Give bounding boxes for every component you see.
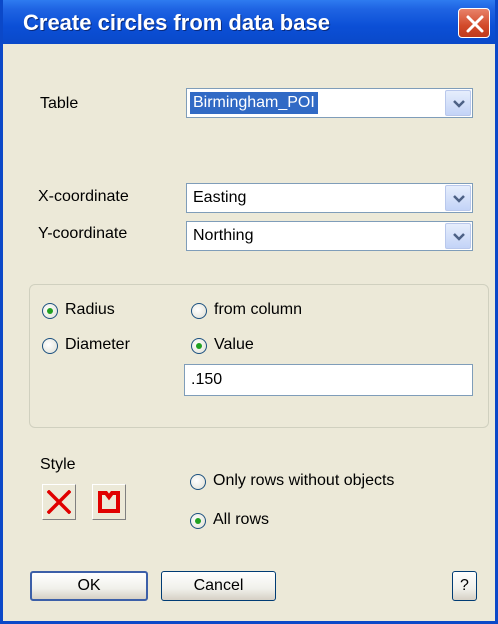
- red-cross-icon: [47, 490, 71, 514]
- symbol-style-button[interactable]: [42, 484, 76, 520]
- x-coordinate-dropdown-button[interactable]: [445, 185, 471, 211]
- radius-label: Radius: [65, 301, 115, 318]
- table-label: Table: [40, 95, 79, 112]
- only-rows-without-objects-radio[interactable]: [190, 474, 206, 490]
- y-coordinate-value: Northing: [193, 227, 254, 244]
- from-column-label: from column: [214, 301, 303, 318]
- y-coordinate-select[interactable]: Northing: [186, 221, 473, 251]
- only-rows-without-objects-label: Only rows without objects: [213, 472, 395, 489]
- close-icon: [466, 15, 484, 33]
- x-coordinate-select[interactable]: Easting: [186, 183, 473, 213]
- create-circles-dialog: Create circles from data base Table Birm…: [0, 0, 498, 624]
- all-rows-label: All rows: [213, 511, 270, 528]
- style-label: Style: [40, 456, 76, 473]
- value-radio[interactable]: [191, 338, 207, 354]
- chevron-down-icon: [453, 195, 465, 203]
- x-coordinate-label: X-coordinate: [38, 188, 129, 205]
- cancel-button[interactable]: Cancel: [161, 571, 276, 601]
- value-input[interactable]: .150: [184, 364, 473, 396]
- from-column-radio[interactable]: [191, 303, 207, 319]
- ok-button[interactable]: OK: [30, 571, 148, 601]
- diameter-label: Diameter: [65, 336, 130, 353]
- help-button[interactable]: ?: [452, 571, 477, 601]
- close-button[interactable]: [458, 8, 490, 38]
- title-bar: Create circles from data base: [3, 0, 495, 44]
- chevron-down-icon: [453, 100, 465, 108]
- value-label: Value: [214, 336, 254, 353]
- dialog-title: Create circles from data base: [23, 10, 330, 35]
- table-select[interactable]: Birmingham_POI: [186, 88, 473, 118]
- region-style-button[interactable]: [92, 484, 126, 520]
- y-coordinate-dropdown-button[interactable]: [445, 223, 471, 249]
- chevron-down-icon: [453, 233, 465, 241]
- diameter-radio[interactable]: [42, 338, 58, 354]
- y-coordinate-label: Y-coordinate: [38, 225, 128, 242]
- x-coordinate-value: Easting: [193, 189, 247, 206]
- radius-radio[interactable]: [42, 303, 58, 319]
- table-dropdown-button[interactable]: [445, 90, 471, 116]
- all-rows-radio[interactable]: [190, 513, 206, 529]
- value-input-text: .150: [191, 371, 223, 388]
- table-select-value: Birmingham_POI: [190, 92, 318, 114]
- red-region-icon: [98, 491, 120, 513]
